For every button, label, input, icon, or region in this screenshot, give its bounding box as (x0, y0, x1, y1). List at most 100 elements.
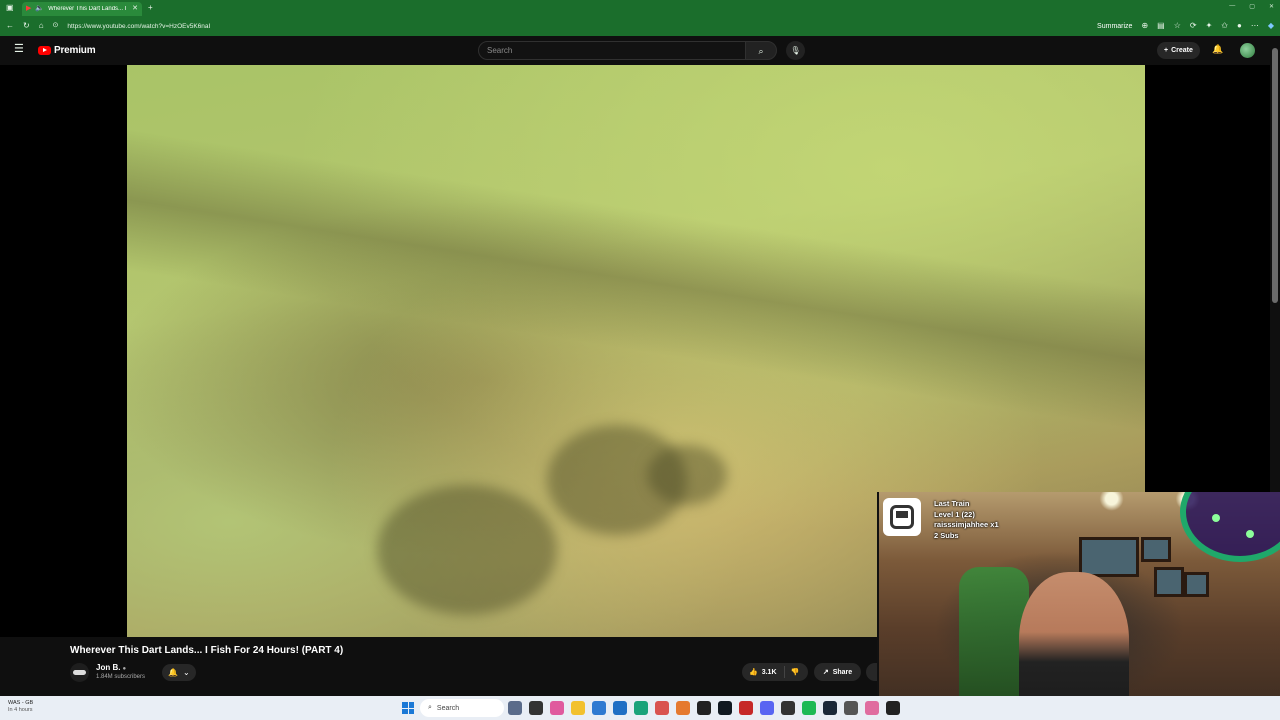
share-label: Share (832, 668, 853, 676)
more-menu-icon[interactable]: ⋯ (1251, 22, 1259, 30)
address-bar[interactable]: https://www.youtube.com/watch?v=HzOEv5K6… (67, 23, 1088, 30)
logo-text: Premium (54, 45, 96, 56)
back-icon[interactable]: ← (6, 22, 14, 30)
app-icon[interactable] (655, 701, 669, 715)
scrollbar-thumb[interactable] (1272, 48, 1278, 303)
screen: ▣ ▶ 🔈 Wherever This Dart Lands... I ✕ + … (0, 0, 1280, 720)
taskbar-search[interactable]: ⌕ Search (420, 699, 504, 717)
maximize-icon[interactable]: ▢ (1249, 3, 1255, 10)
account-avatar[interactable] (1240, 43, 1255, 58)
like-dislike-group: 👍 3.1K 👎 (742, 663, 808, 681)
player-letterbox-left (0, 65, 127, 637)
app-icon[interactable] (697, 701, 711, 715)
close-tab-icon[interactable]: ✕ (132, 5, 138, 13)
app-icon[interactable] (781, 701, 795, 715)
windows-start-icon[interactable] (402, 702, 414, 714)
tab-actions-icon[interactable]: ▣ (6, 4, 14, 12)
app-icon[interactable] (718, 701, 732, 715)
subscriber-count: 1.84M subscribers (96, 674, 146, 680)
browser-toolbar: ← ↻ ⌂ ⊙ https://www.youtube.com/watch?v=… (0, 16, 1280, 36)
firefox-icon[interactable] (676, 701, 690, 715)
spotify-icon[interactable] (802, 701, 816, 715)
weather-title: WAS - GB (8, 700, 34, 706)
refresh-icon[interactable]: ↻ (23, 22, 30, 30)
window-controls: — ▢ ✕ (1229, 3, 1274, 10)
notifications-bell-icon[interactable]: 🔔 (1212, 45, 1223, 54)
webcam-overlay: Last Train Level 1 (22) raisssimjahhee x… (877, 492, 1280, 720)
tab-title: Wherever This Dart Lands... I (48, 6, 127, 12)
reader-icon[interactable]: ▤ (1157, 22, 1165, 30)
search-icon: ⌕ (428, 704, 432, 711)
share-icon: ↗ (822, 669, 829, 676)
app-icon[interactable] (739, 701, 753, 715)
browser-tab-strip: ▣ ▶ 🔈 Wherever This Dart Lands... I ✕ + … (0, 0, 1280, 16)
thumbs-up-icon: 👍 (749, 669, 758, 676)
stream-alert-text: Last Train Level 1 (22) raisssimjahhee x… (934, 499, 999, 541)
widgets-icon[interactable] (508, 701, 522, 715)
minimize-icon[interactable]: — (1229, 3, 1235, 10)
discord-icon[interactable] (760, 701, 774, 715)
search-input[interactable]: Search (478, 41, 746, 60)
steam-icon[interactable] (823, 701, 837, 715)
edge-icon[interactable] (634, 701, 648, 715)
train-icon (890, 505, 914, 529)
bell-icon: 🔔 (168, 668, 179, 677)
verified-icon: ● (122, 666, 127, 672)
voice-search-button[interactable]: 🎙 (786, 41, 805, 60)
translate-icon[interactable]: ⊕ (1141, 22, 1148, 30)
weather-subtitle: In 4 hours (8, 707, 33, 713)
subscribed-notifications-button[interactable]: 🔔 ⌄ (162, 664, 196, 681)
search-button[interactable]: ⌕ (745, 41, 777, 60)
outlook-icon[interactable] (613, 701, 627, 715)
alert-line: raisssimjahhee x1 (934, 520, 999, 529)
plus-icon: + (1164, 47, 1169, 54)
store-icon[interactable] (592, 701, 606, 715)
create-button[interactable]: + Create (1157, 42, 1200, 59)
channel-name[interactable]: Jon B. (96, 663, 120, 672)
browser-tab-active[interactable]: ▶ 🔈 Wherever This Dart Lands... I ✕ (22, 2, 142, 16)
taskbar: WAS - GB In 4 hours ⌕ Search (0, 696, 1280, 720)
task-view-icon[interactable] (529, 701, 543, 715)
copilot-app-icon[interactable] (550, 701, 564, 715)
speaker-icon[interactable]: 🔈 (35, 5, 44, 13)
video-frame-rock (377, 485, 557, 615)
search-icon: ⌕ (758, 45, 764, 56)
favorites-icon[interactable]: ✩ (1221, 22, 1228, 30)
wall-frame (1154, 567, 1184, 597)
close-window-icon[interactable]: ✕ (1269, 3, 1274, 10)
share-button[interactable]: ↗ Share (814, 663, 861, 681)
microphone-icon: 🎙 (790, 45, 801, 55)
wall-frame (1184, 572, 1209, 597)
favorite-star-icon[interactable]: ☆ (1174, 22, 1181, 30)
chevron-down-icon: ⌄ (182, 668, 190, 677)
alert-line: Last Train (934, 499, 970, 508)
app-icon[interactable] (865, 701, 879, 715)
like-count: 3.1K (761, 668, 777, 676)
overlay-hud-widget (1180, 492, 1280, 562)
new-tab-icon[interactable]: + (148, 4, 153, 12)
like-button[interactable]: 👍 3.1K (742, 666, 785, 678)
home-icon[interactable]: ⌂ (39, 22, 44, 30)
profile-icon[interactable]: ● (1237, 22, 1242, 30)
wall-frame (1079, 537, 1139, 577)
youtube-logo-icon (38, 46, 51, 55)
channel-avatar[interactable] (70, 663, 89, 682)
hud-dot (1212, 514, 1220, 522)
app-icon[interactable] (844, 701, 858, 715)
extension-icon[interactable]: ⟳ (1190, 22, 1197, 30)
youtube-premium-logo[interactable]: Premium (38, 45, 96, 56)
site-info-icon[interactable]: ⊙ (53, 22, 59, 30)
app-icon[interactable] (886, 701, 900, 715)
alert-badge (883, 498, 921, 536)
dislike-button[interactable]: 👎 (785, 668, 806, 676)
youtube-favicon-icon: ▶ (26, 5, 32, 12)
weather-widget[interactable]: WAS - GB In 4 hours (8, 700, 33, 714)
copilot-icon[interactable]: ◆ (1268, 22, 1274, 30)
channel-name-row[interactable]: Jon B. ● (96, 663, 126, 672)
wall-frame (1141, 537, 1171, 562)
youtube-masthead: ☰ Premium Search ⌕ 🎙 + Create 🔔 (0, 36, 1280, 65)
menu-icon[interactable]: ☰ (14, 44, 24, 55)
file-explorer-icon[interactable] (571, 701, 585, 715)
summarize-button[interactable]: Summarize (1097, 23, 1132, 30)
puzzle-icon[interactable]: ✦ (1206, 22, 1213, 30)
